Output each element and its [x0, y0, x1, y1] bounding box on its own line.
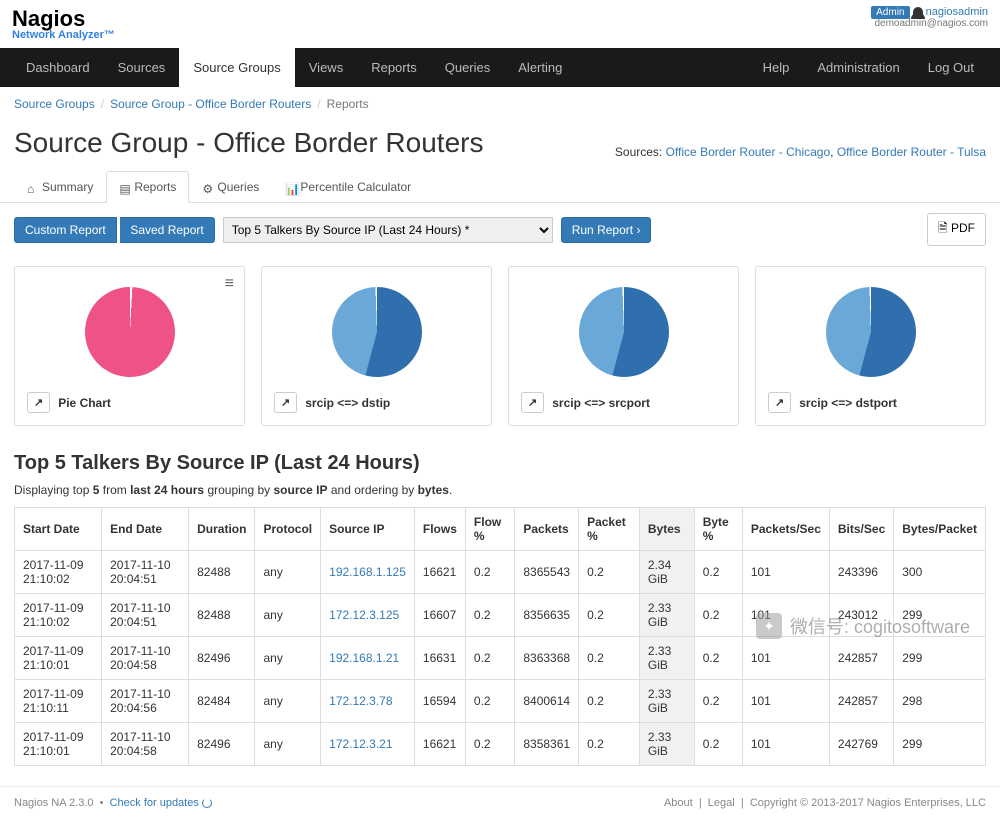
nav-item-queries[interactable]: Queries	[431, 48, 505, 87]
chart-title: Pie Chart	[58, 396, 111, 410]
chart-card: ↗ srcip <=> dstip	[261, 266, 492, 426]
column-header: Packet %	[579, 508, 640, 551]
chart-card: ↗ srcip <=> dstport	[755, 266, 986, 426]
expand-icon[interactable]: ↗	[27, 392, 50, 413]
nav-item-sources[interactable]: Sources	[104, 48, 180, 87]
table-row: 2017-11-09 21:10:012017-11-10 20:04:5882…	[15, 637, 986, 680]
footer-right: About | Legal | Copyright © 2013-2017 Na…	[664, 797, 986, 809]
pie-chart	[579, 287, 669, 377]
tab-percentile-calculator[interactable]: 📊Percentile Calculator	[272, 171, 424, 202]
report-heading: Top 5 Talkers By Source IP (Last 24 Hour…	[0, 444, 1000, 483]
expand-icon[interactable]: ↗	[768, 392, 791, 413]
custom-report-button[interactable]: Custom Report	[14, 217, 117, 243]
report-type-group: Custom Report Saved Report	[14, 217, 215, 243]
nav-item-alerting[interactable]: Alerting	[504, 48, 576, 87]
file-icon: 🗎	[938, 221, 948, 235]
column-header: Flows	[414, 508, 465, 551]
nav-right: HelpAdministrationLog Out	[749, 48, 988, 87]
list-icon: ▤	[119, 182, 129, 192]
chart-card: ↗ srcip <=> srcport	[508, 266, 739, 426]
nav-item-help[interactable]: Help	[749, 48, 804, 87]
saved-report-select[interactable]: Top 5 Talkers By Source IP (Last 24 Hour…	[223, 217, 553, 243]
tab-reports[interactable]: ▤Reports	[106, 171, 189, 203]
source-ip-link[interactable]: 172.12.3.125	[329, 608, 399, 622]
source-ip-link[interactable]: 192.168.1.21	[329, 651, 399, 665]
pie-chart	[826, 287, 916, 377]
expand-icon[interactable]: ↗	[521, 392, 544, 413]
column-header: Source IP	[321, 508, 415, 551]
column-header: Duration	[189, 508, 255, 551]
table-row: 2017-11-09 21:10:012017-11-10 20:04:5882…	[15, 723, 986, 766]
sub-tabs: ⌂Summary▤Reports⚙Queries📊Percentile Calc…	[0, 171, 1000, 203]
bars-icon: 📊	[285, 182, 295, 192]
check-updates-link[interactable]: Check for updates	[110, 797, 199, 809]
table-row: 2017-11-09 21:10:022017-11-10 20:04:5182…	[15, 551, 986, 594]
column-header: Flow %	[465, 508, 514, 551]
tab-summary[interactable]: ⌂Summary	[14, 171, 106, 202]
breadcrumb-item[interactable]: Source Groups	[14, 97, 95, 111]
breadcrumb-item[interactable]: Source Group - Office Border Routers	[110, 97, 311, 111]
column-header: Bytes/Packet	[894, 508, 986, 551]
breadcrumb: Source Groups/Source Group - Office Bord…	[0, 87, 1000, 121]
column-header: Packets	[515, 508, 579, 551]
chevron-right-icon: ›	[636, 223, 640, 237]
brand-subtitle: Network Analyzer™	[12, 29, 115, 41]
column-header: Packets/Sec	[742, 508, 829, 551]
home-icon: ⌂	[27, 182, 37, 192]
tab-queries[interactable]: ⚙Queries	[189, 171, 272, 202]
pie-chart	[85, 287, 175, 377]
page-title: Source Group - Office Border Routers	[14, 127, 483, 159]
saved-report-button[interactable]: Saved Report	[120, 217, 214, 243]
chart-title: srcip <=> srcport	[552, 396, 650, 410]
chart-title: srcip <=> dstip	[305, 396, 390, 410]
source-link[interactable]: Office Border Router - Tulsa	[837, 145, 986, 159]
run-report-button[interactable]: Run Report ›	[561, 217, 652, 243]
gear-icon: ⚙	[202, 182, 212, 192]
table-row: 2017-11-09 21:10:022017-11-10 20:04:5182…	[15, 594, 986, 637]
column-header: Bits/Sec	[829, 508, 893, 551]
report-subheading: Displaying top 5 from last 24 hours grou…	[0, 483, 1000, 507]
nav-item-dashboard[interactable]: Dashboard	[12, 48, 104, 87]
chart-card: ≡↗Pie Chart	[14, 266, 245, 426]
column-header: End Date	[102, 508, 189, 551]
username-link[interactable]: nagiosadmin	[926, 6, 988, 18]
table-row: 2017-11-09 21:10:112017-11-10 20:04:5682…	[15, 680, 986, 723]
nav-item-source-groups[interactable]: Source Groups	[179, 48, 294, 87]
brand-logo: Nagios Network Analyzer™	[12, 6, 115, 44]
source-ip-link[interactable]: 172.12.3.78	[329, 694, 392, 708]
user-icon	[913, 7, 923, 17]
nav-item-administration[interactable]: Administration	[803, 48, 913, 87]
sources-line: Sources: Office Border Router - Chicago,…	[615, 145, 986, 159]
source-ip-link[interactable]: 172.12.3.21	[329, 737, 392, 751]
nav-item-views[interactable]: Views	[295, 48, 357, 87]
refresh-icon[interactable]	[202, 798, 212, 808]
expand-icon[interactable]: ↗	[274, 392, 297, 413]
breadcrumb-item: Reports	[327, 97, 369, 111]
pdf-button[interactable]: 🗎 PDF	[927, 213, 986, 246]
pie-chart	[332, 287, 422, 377]
source-link[interactable]: Office Border Router - Chicago	[666, 145, 831, 159]
chart-title: srcip <=> dstport	[799, 396, 897, 410]
column-header: Byte %	[694, 508, 742, 551]
user-email: demoadmin@nagios.com	[871, 18, 988, 29]
version-text: Nagios NA 2.3.0	[14, 797, 94, 809]
nav-item-reports[interactable]: Reports	[357, 48, 431, 87]
main-nav: DashboardSourcesSource GroupsViewsReport…	[0, 48, 1000, 87]
nav-item-log-out[interactable]: Log Out	[914, 48, 988, 87]
nav-left: DashboardSourcesSource GroupsViewsReport…	[12, 48, 576, 87]
column-header: Protocol	[255, 508, 321, 551]
results-table: Start DateEnd DateDurationProtocolSource…	[14, 507, 986, 766]
column-header: Start Date	[15, 508, 102, 551]
source-ip-link[interactable]: 192.168.1.125	[329, 565, 406, 579]
column-header: Bytes	[639, 508, 694, 551]
